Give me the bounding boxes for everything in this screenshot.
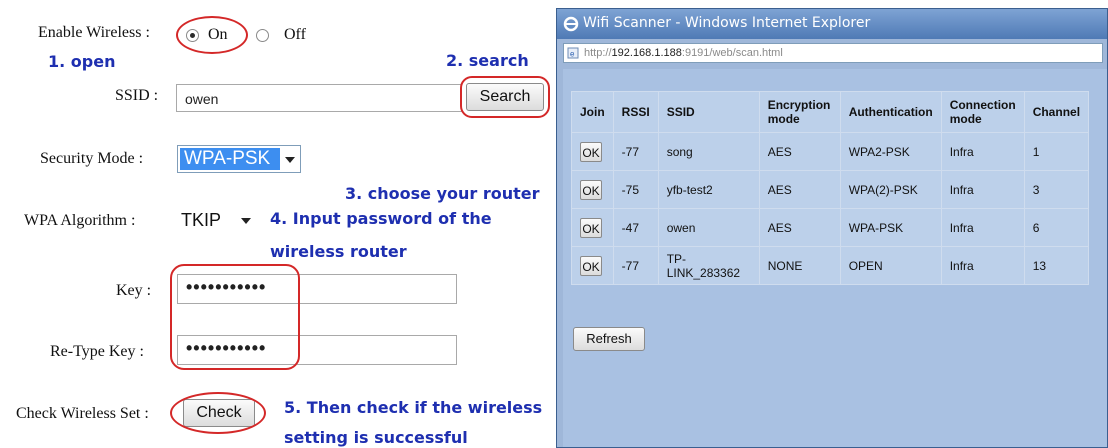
channel-cell: 1	[1024, 133, 1089, 170]
password-highlight-box	[170, 264, 300, 370]
table-header-row: Join RSSI SSID Encryption mode Authentic…	[572, 92, 1089, 132]
chevron-down-icon	[241, 218, 251, 224]
step4-annotation-line1: 4. Input password of the	[270, 209, 492, 228]
authentication-cell: OPEN	[840, 247, 941, 284]
join-ok-button[interactable]: OK	[580, 255, 602, 276]
rssi-cell: -77	[613, 133, 658, 170]
col-channel: Channel	[1024, 92, 1089, 132]
connection-cell: Infra	[941, 209, 1024, 246]
connection-cell: Infra	[941, 247, 1024, 284]
step1-annotation: 1. open	[48, 52, 116, 71]
refresh-button[interactable]: Refresh	[573, 327, 645, 351]
window-titlebar[interactable]: Wifi Scanner - Windows Internet Explorer	[557, 9, 1107, 39]
join-ok-button[interactable]: OK	[580, 179, 602, 200]
join-ok-button[interactable]: OK	[580, 217, 602, 238]
wireless-off-radio[interactable]	[256, 29, 269, 42]
step3-annotation: 3. choose your router	[345, 184, 540, 203]
key-label: Key :	[116, 282, 152, 299]
ssid-cell: owen	[658, 209, 759, 246]
retype-key-label: Re-Type Key :	[50, 343, 144, 360]
security-mode-value: WPA-PSK	[180, 148, 280, 170]
ssid-label: SSID :	[115, 87, 159, 104]
col-join: Join	[572, 92, 613, 132]
step5-annotation-line2: setting is successful	[284, 428, 468, 447]
scanner-content: Join RSSI SSID Encryption mode Authentic…	[563, 69, 1107, 447]
address-bar[interactable]: e http://192.168.1.188:9191/web/scan.htm…	[563, 43, 1103, 63]
enable-wireless-label: Enable Wireless :	[38, 24, 150, 41]
col-ssid: SSID	[658, 92, 759, 132]
table-row: OK -77 song AES WPA2-PSK Infra 1	[572, 133, 1089, 170]
on-highlight-ellipse	[176, 16, 248, 54]
col-rssi: RSSI	[613, 92, 658, 132]
ssid-cell: song	[658, 133, 759, 170]
chevron-down-icon	[285, 157, 295, 163]
step2-annotation: 2. search	[446, 51, 529, 70]
step4-annotation-line2: wireless router	[270, 242, 407, 261]
table-row: OK -75 yfb-test2 AES WPA(2)-PSK Infra 3	[572, 171, 1089, 208]
rssi-cell: -47	[613, 209, 658, 246]
page-icon: e	[567, 47, 579, 59]
security-mode-label: Security Mode :	[40, 150, 144, 167]
svg-text:e: e	[570, 50, 575, 59]
authentication-cell: WPA-PSK	[840, 209, 941, 246]
encryption-cell: AES	[759, 209, 840, 246]
channel-cell: 13	[1024, 247, 1089, 284]
table-row: OK -47 owen AES WPA-PSK Infra 6	[572, 209, 1089, 246]
authentication-cell: WPA(2)-PSK	[840, 171, 941, 208]
wpa-algorithm-select[interactable]: TKIP	[177, 206, 259, 234]
channel-cell: 6	[1024, 209, 1089, 246]
join-ok-button[interactable]: OK	[580, 141, 602, 162]
encryption-cell: AES	[759, 171, 840, 208]
col-connection: Connection mode	[941, 92, 1024, 132]
authentication-cell: WPA2-PSK	[840, 133, 941, 170]
ssid-input[interactable]: owen	[176, 84, 462, 112]
wireless-off-label: Off	[284, 26, 306, 43]
encryption-cell: AES	[759, 133, 840, 170]
step5-annotation-line1: 5. Then check if the wireless	[284, 398, 543, 417]
window-title: Wifi Scanner - Windows Internet Explorer	[583, 15, 871, 31]
wpa-algorithm-label: WPA Algorithm :	[24, 212, 136, 229]
ssid-cell: TP-LINK_283362	[658, 247, 759, 284]
rssi-cell: -75	[613, 171, 658, 208]
col-encryption: Encryption mode	[759, 92, 840, 132]
address-url: http://192.168.1.188:9191/web/scan.html	[584, 47, 783, 59]
ie-logo-icon	[563, 16, 579, 32]
check-highlight-ellipse	[170, 392, 266, 434]
scan-results-table: Join RSSI SSID Encryption mode Authentic…	[571, 91, 1090, 285]
col-authentication: Authentication	[840, 92, 941, 132]
check-wireless-label: Check Wireless Set :	[16, 405, 149, 422]
wpa-algorithm-value: TKIP	[181, 210, 222, 230]
encryption-cell: NONE	[759, 247, 840, 284]
wifi-scanner-window: Wifi Scanner - Windows Internet Explorer…	[556, 8, 1108, 448]
security-mode-select[interactable]: WPA-PSK	[177, 145, 301, 173]
rssi-cell: -77	[613, 247, 658, 284]
connection-cell: Infra	[941, 171, 1024, 208]
search-highlight-box	[460, 76, 550, 118]
ssid-cell: yfb-test2	[658, 171, 759, 208]
table-row: OK -77 TP-LINK_283362 NONE OPEN Infra 13	[572, 247, 1089, 284]
connection-cell: Infra	[941, 133, 1024, 170]
channel-cell: 3	[1024, 171, 1089, 208]
